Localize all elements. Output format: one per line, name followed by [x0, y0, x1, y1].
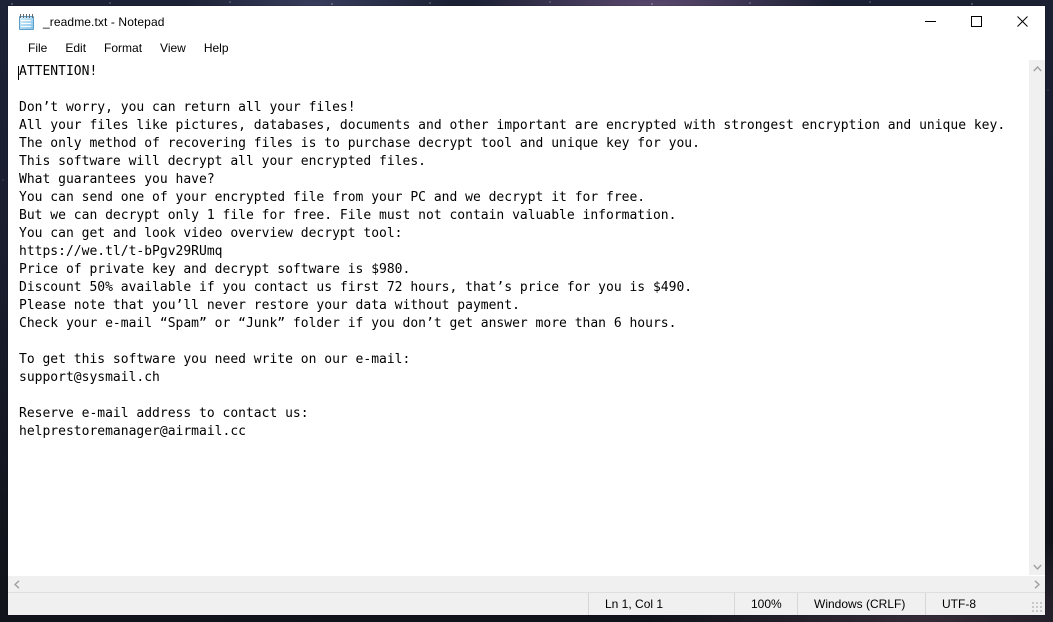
window-controls	[907, 6, 1045, 37]
menu-item-file[interactable]: File	[19, 39, 56, 58]
editor-area: ATTENTION! Don’t worry, you can return a…	[8, 59, 1045, 575]
close-icon	[1016, 16, 1028, 27]
resize-grip-icon[interactable]	[1032, 602, 1042, 612]
desktop-background: _readme.txt - Notepad File Edit Format V…	[0, 0, 1053, 622]
status-line-ending: Windows (CRLF)	[797, 593, 925, 615]
status-encoding: UTF-8	[925, 593, 1045, 615]
text-caret	[18, 66, 19, 80]
maximize-icon	[970, 16, 982, 27]
title-bar-left: _readme.txt - Notepad	[8, 13, 165, 30]
status-zoom-level[interactable]: 100%	[734, 593, 797, 615]
scroll-down-icon[interactable]	[1029, 558, 1046, 575]
scroll-left-icon[interactable]	[8, 576, 25, 593]
minimize-icon	[924, 16, 936, 27]
horizontal-scroll-track[interactable]	[25, 576, 1028, 593]
vertical-scrollbar[interactable]	[1028, 60, 1045, 575]
menu-item-edit[interactable]: Edit	[56, 39, 95, 58]
menu-item-help[interactable]: Help	[195, 39, 238, 58]
menu-item-format[interactable]: Format	[95, 39, 151, 58]
title-bar[interactable]: _readme.txt - Notepad	[8, 6, 1045, 37]
text-editor[interactable]: ATTENTION! Don’t worry, you can return a…	[8, 60, 1028, 575]
menu-bar: File Edit Format View Help	[8, 37, 1045, 59]
status-cursor-position: Ln 1, Col 1	[588, 593, 734, 615]
scroll-up-icon[interactable]	[1029, 60, 1046, 77]
scroll-right-icon[interactable]	[1028, 576, 1045, 593]
minimize-button[interactable]	[907, 6, 953, 37]
status-bar-spacer	[8, 593, 588, 615]
window-title: _readme.txt - Notepad	[43, 14, 165, 29]
maximize-button[interactable]	[953, 6, 999, 37]
notepad-icon	[18, 13, 35, 30]
close-button[interactable]	[999, 6, 1045, 37]
menu-item-view[interactable]: View	[151, 39, 195, 58]
status-bar: Ln 1, Col 1 100% Windows (CRLF) UTF-8	[8, 592, 1045, 615]
notepad-window: _readme.txt - Notepad File Edit Format V…	[8, 6, 1045, 615]
horizontal-scrollbar[interactable]	[8, 575, 1045, 592]
